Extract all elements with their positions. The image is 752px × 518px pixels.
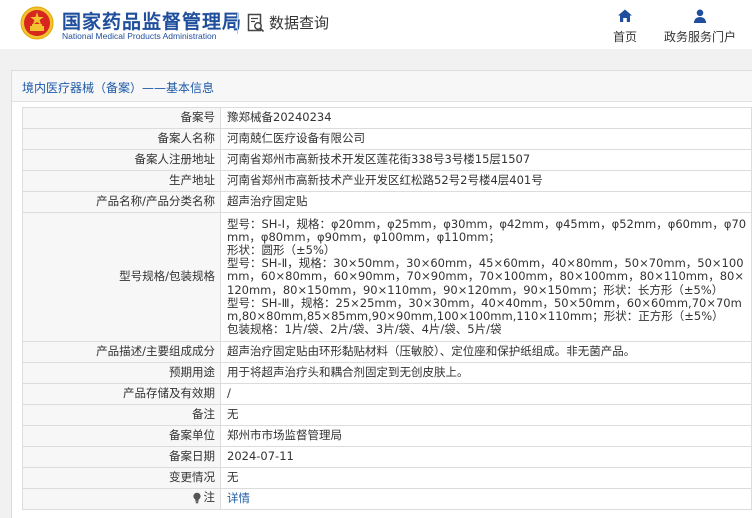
- field-label: 备案号: [22, 107, 221, 129]
- field-value: /: [220, 383, 752, 405]
- table-row: 变更情况 无: [22, 467, 752, 489]
- details-link[interactable]: 详情: [227, 491, 250, 505]
- table-row: 生产地址 河南省郑州市高新技术产业开发区红松路52号2号楼4层401号: [22, 170, 752, 192]
- table-row: 预期用途 用于将超声治疗头和耦合剂固定到无创皮肤上。: [22, 362, 752, 384]
- field-label: 备案人注册地址: [22, 149, 221, 171]
- nav-service-portal[interactable]: 政务服务门户: [662, 8, 738, 45]
- nav-service-portal-label: 政务服务门户: [663, 30, 736, 44]
- spec-line: 包装规格：1片/袋、2片/袋、3片/袋、4片/袋、5片/袋: [227, 322, 502, 337]
- spec-value: 型号：SH-Ⅰ，规格：φ20mm，φ25mm，φ30mm，φ42mm，φ45mm…: [220, 212, 752, 342]
- record-table: 备案号 豫郑械备20240234 备案人名称 河南兢仁医疗设备有限公司 备案人注…: [22, 107, 752, 510]
- site-title-cn: 国家药品监督管理局: [62, 11, 243, 33]
- info-panel: 境内医疗器械（备案）——基本信息 备案号 豫郑械备20240234 备案人名称 …: [11, 70, 752, 518]
- field-label: 产品存储及有效期: [22, 383, 221, 405]
- table-row: 注 详情: [22, 488, 752, 510]
- data-query-link[interactable]: 数据查询: [247, 12, 329, 33]
- table-row: 产品名称/产品分类名称 超声治疗固定贴: [22, 191, 752, 213]
- field-value: 2024-07-11: [220, 446, 752, 468]
- user-icon: [693, 9, 707, 23]
- field-label: 变更情况: [22, 467, 221, 489]
- note-label: 注: [203, 490, 216, 505]
- lightbulb-icon: [192, 492, 201, 503]
- field-label: 生产地址: [22, 170, 221, 192]
- nav-home-label: 首页: [612, 30, 637, 44]
- note-label-wrap: 注: [192, 490, 216, 505]
- field-label: 产品描述/主要组成成分: [22, 341, 221, 363]
- field-value: 无: [220, 467, 752, 489]
- table-row: 备案号 豫郑械备20240234: [22, 107, 752, 129]
- table-row: 备案单位 郑州市市场监督管理局: [22, 425, 752, 447]
- field-label: 备案人名称: [22, 128, 221, 150]
- field-value: 河南省郑州市高新技术开发区莲花街338号3号楼15层1507: [220, 149, 752, 171]
- note-label-cell: 注: [22, 488, 221, 510]
- document-search-icon: [247, 13, 265, 32]
- table-row: 型号规格/包装规格 型号：SH-Ⅰ，规格：φ20mm，φ25mm，φ30mm，φ…: [22, 212, 752, 342]
- field-value: 超声治疗固定贴由环形黏贴材料（压敏胶）、定位座和保护纸组成。非无菌产品。: [220, 341, 752, 363]
- table-row: 产品存储及有效期 /: [22, 383, 752, 405]
- header-divider: [237, 12, 238, 34]
- home-icon: [618, 9, 632, 22]
- table-row: 备注 无: [22, 404, 752, 426]
- field-value: 无: [220, 404, 752, 426]
- data-query-label: 数据查询: [269, 14, 330, 32]
- spec-line: 型号：SH-Ⅰ，规格：φ20mm，φ25mm，φ30mm，φ42mm，φ45mm…: [227, 216, 747, 244]
- site-title-en: National Medical Products Administration: [62, 31, 217, 41]
- field-value: 郑州市市场监督管理局: [220, 425, 752, 447]
- table-row: 备案人名称 河南兢仁医疗设备有限公司: [22, 128, 752, 150]
- table-row: 备案人注册地址 河南省郑州市高新技术开发区莲花街338号3号楼15层1507: [22, 149, 752, 171]
- nav-home[interactable]: 首页: [610, 8, 640, 45]
- panel-title: 境内医疗器械（备案）——基本信息: [22, 81, 215, 95]
- national-emblem-icon: [20, 6, 54, 40]
- note-value-cell: 详情: [220, 488, 752, 510]
- spec-line: 型号：SH-Ⅱ，规格：30×50mm，30×60mm，45×60mm，40×80…: [227, 256, 744, 297]
- field-label: 预期用途: [22, 362, 221, 384]
- field-label: 备案日期: [22, 446, 221, 468]
- site-header: 国家药品监督管理局 National Medical Products Admi…: [0, 0, 752, 49]
- field-value: 河南省郑州市高新技术产业开发区红松路52号2号楼4层401号: [220, 170, 752, 192]
- panel-header: 境内医疗器械（备案）——基本信息: [12, 71, 752, 102]
- field-value: 用于将超声治疗头和耦合剂固定到无创皮肤上。: [220, 362, 752, 384]
- field-label: 型号规格/包装规格: [22, 212, 221, 342]
- field-value: 豫郑械备20240234: [220, 107, 752, 129]
- field-label: 备注: [22, 404, 221, 426]
- table-row: 备案日期 2024-07-11: [22, 446, 752, 468]
- field-label: 产品名称/产品分类名称: [22, 191, 221, 213]
- table-row: 产品描述/主要组成成分 超声治疗固定贴由环形黏贴材料（压敏胶）、定位座和保护纸组…: [22, 341, 752, 363]
- spec-line: 型号：SH-Ⅲ，规格：25×25mm，30×30mm，40×40mm，50×50…: [227, 295, 742, 323]
- field-value: 超声治疗固定贴: [220, 191, 752, 213]
- field-label: 备案单位: [22, 425, 221, 447]
- field-value: 河南兢仁医疗设备有限公司: [220, 128, 752, 150]
